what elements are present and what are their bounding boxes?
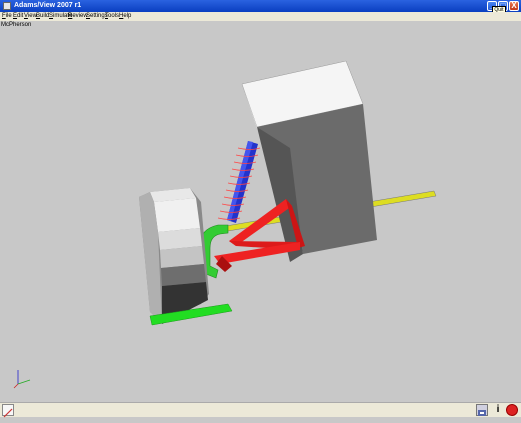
wheel-tire[interactable] xyxy=(139,188,209,324)
database-icon[interactable] xyxy=(476,404,488,416)
menu-help[interactable]: Help xyxy=(119,12,131,21)
damper-spring[interactable] xyxy=(217,141,261,223)
window-title: Adams/View 2007 r1 xyxy=(14,2,82,9)
menu-view[interactable]: View xyxy=(24,12,37,21)
stop-icon[interactable] xyxy=(506,404,518,416)
info-icon[interactable]: i xyxy=(492,404,504,416)
menu-build[interactable]: Build xyxy=(36,12,49,21)
close-button[interactable]: X xyxy=(509,1,519,11)
status-bar: i xyxy=(0,402,521,418)
3d-viewport[interactable] xyxy=(0,30,521,402)
xyz-triad-icon xyxy=(13,370,31,389)
menu-tools[interactable]: Tools xyxy=(105,12,119,21)
upright-body[interactable] xyxy=(241,60,377,262)
app-icon xyxy=(3,2,11,10)
title-bar: Adams/View 2007 r1 _ □ X xyxy=(0,0,521,12)
model-name: McPherson xyxy=(0,21,521,30)
menu-bar: File Edit View Build Simulate Review Set… xyxy=(0,12,521,21)
menu-file[interactable]: File xyxy=(2,12,12,21)
menu-review[interactable]: Review xyxy=(68,12,88,21)
menu-edit[interactable]: Edit xyxy=(13,12,23,21)
toolbar-toggle-icon[interactable] xyxy=(2,404,14,418)
